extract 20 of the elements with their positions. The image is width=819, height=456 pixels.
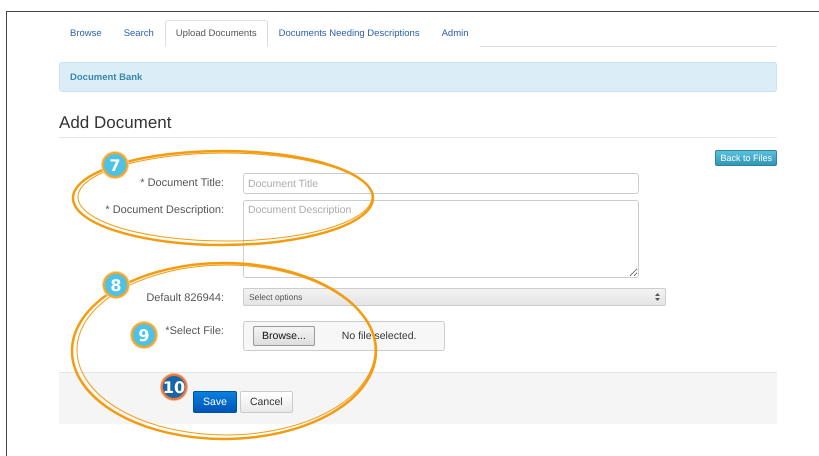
- title-input[interactable]: Document Title: [243, 173, 639, 194]
- file-picker[interactable]: Browse... No file selected.: [243, 321, 445, 351]
- field-label: Default 826944:: [146, 291, 224, 304]
- page-heading: Add Document: [59, 113, 777, 138]
- save-button[interactable]: Save: [193, 390, 237, 412]
- field-label: *Select File:: [165, 324, 224, 337]
- step-badge: 9: [131, 322, 157, 348]
- sort-arrows-icon: [655, 293, 660, 301]
- description-textarea[interactable]: Document Description: [243, 200, 639, 278]
- step-badge: 7: [102, 152, 128, 178]
- nav-tab[interactable]: Upload Documents: [164, 20, 268, 47]
- options-select[interactable]: Select options: [243, 288, 666, 306]
- section-banner: Document Bank: [59, 62, 777, 92]
- field-label: * Document Description:: [105, 203, 224, 216]
- browse-button[interactable]: Browse...: [253, 326, 315, 346]
- field-label: * Document Title:: [140, 176, 224, 189]
- step-badge: 8: [103, 272, 129, 298]
- file-status: No file selected.: [342, 330, 416, 342]
- nav-tab[interactable]: Documents Needing Descriptions: [268, 20, 431, 47]
- cancel-button[interactable]: Cancel: [240, 390, 293, 412]
